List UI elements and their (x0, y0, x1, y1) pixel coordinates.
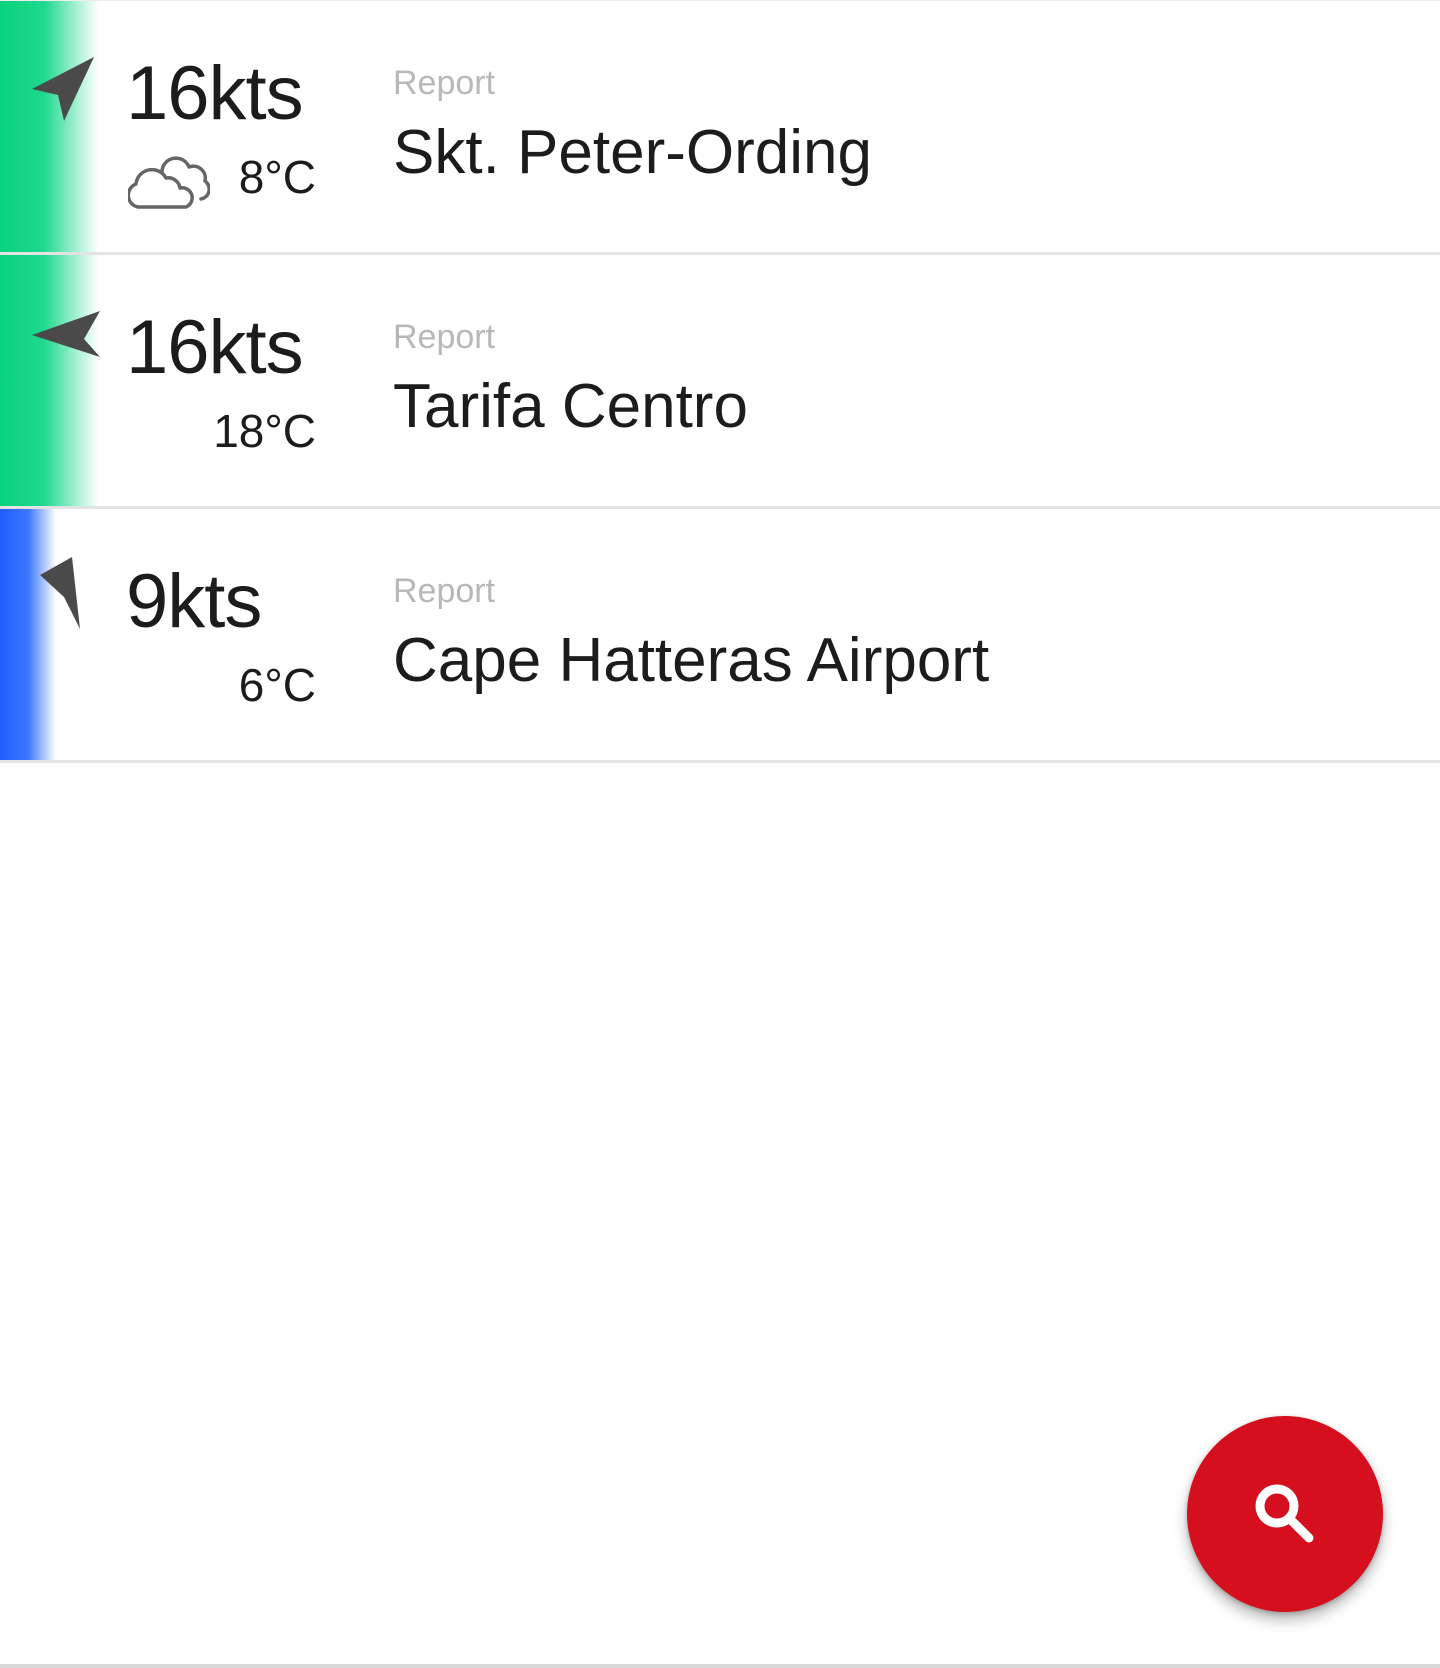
wind-direction-arrow-icon (28, 305, 104, 381)
temperature: 8°C (238, 151, 316, 203)
spot-text: Report Tarifa Centro (393, 317, 748, 443)
spot-name: Skt. Peter-Ording (393, 118, 872, 187)
spot-name: Cape Hatteras Airport (393, 626, 990, 695)
temperature: 6°C (238, 659, 316, 711)
spot-type-label: Report (393, 572, 496, 610)
app-screen: 16kts 8°C Report Skt. Peter-Ording 16kts… (0, 0, 1440, 1668)
wind-direction-arrow-icon (34, 553, 110, 629)
wind-speed: 16kts (126, 305, 304, 390)
wind-speed: 9kts (126, 559, 262, 644)
spot-type-label: Report (393, 318, 496, 356)
spot-name: Tarifa Centro (393, 372, 748, 441)
wind-strength-strip (0, 509, 56, 760)
cloudy-icon (128, 145, 210, 211)
list-item[interactable]: 16kts 18°C Report Tarifa Centro (0, 255, 1440, 509)
list-item[interactable]: 16kts 8°C Report Skt. Peter-Ording (0, 1, 1440, 255)
search-icon (1249, 1478, 1321, 1550)
wind-direction-arrow-icon (28, 53, 104, 129)
spot-text: Report Cape Hatteras Airport (393, 571, 989, 697)
spot-text: Report Skt. Peter-Ording (393, 63, 872, 189)
temperature: 18°C (213, 405, 316, 457)
spot-type-label: Report (393, 64, 496, 102)
list-item[interactable]: 9kts 6°C Report Cape Hatteras Airport (0, 509, 1440, 763)
wind-speed: 16kts (126, 51, 304, 136)
search-button[interactable] (1187, 1416, 1383, 1612)
spot-list: 16kts 8°C Report Skt. Peter-Ording 16kts… (0, 0, 1440, 763)
